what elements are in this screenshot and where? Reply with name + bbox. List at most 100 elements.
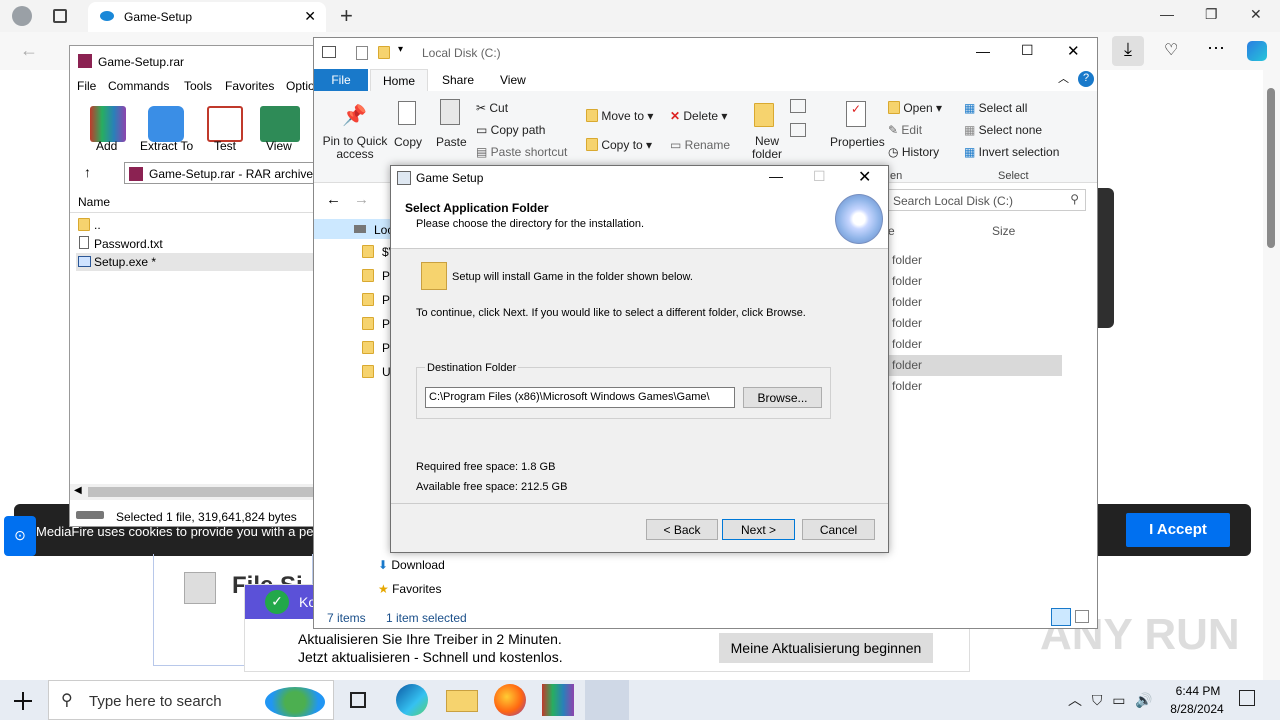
next-button[interactable]: Next > (722, 519, 795, 540)
task-view-icon[interactable] (350, 692, 366, 708)
tab-actions-icon[interactable] (53, 9, 67, 23)
health-icon[interactable]: ♡ (1164, 40, 1178, 60)
explorer-taskbar-icon[interactable] (446, 690, 478, 712)
back-button[interactable]: < Back (646, 519, 718, 540)
column-type[interactable]: e (888, 224, 895, 238)
pin-button[interactable]: Pin to Quick access (321, 135, 389, 161)
nav-favorites[interactable]: ★ Favorites (378, 582, 578, 596)
close-tab-icon[interactable]: ✕ (304, 8, 316, 25)
tab-file[interactable]: File (314, 69, 368, 91)
scroll-thumb[interactable] (1267, 88, 1275, 248)
clock-date[interactable]: 8/28/2024 (1166, 702, 1228, 716)
row-type[interactable]: folder (892, 274, 1062, 288)
copy-to-button[interactable]: Copy to ▾ (586, 138, 652, 152)
tab-view[interactable]: View (500, 69, 526, 91)
notifications-icon[interactable] (1239, 690, 1255, 706)
add-icon[interactable] (90, 106, 126, 142)
menu-tools[interactable]: Tools (184, 79, 212, 93)
copy-path-button[interactable]: ▭ Copy path (476, 123, 545, 137)
row-type-selected[interactable]: folder (888, 355, 1062, 376)
minimize-icon[interactable]: — (769, 168, 783, 184)
new-folder-button[interactable]: New folder (750, 135, 784, 161)
large-icons-view-icon[interactable] (1075, 610, 1089, 623)
copy-button[interactable]: Copy (394, 135, 422, 149)
folder-qat-icon[interactable] (378, 46, 390, 59)
browser-tab[interactable]: Game-Setup ✕ (88, 2, 326, 32)
settings-fab-icon[interactable]: ⊙ (4, 516, 36, 556)
browse-button[interactable]: Browse... (743, 387, 822, 408)
test-button[interactable]: Test (214, 139, 236, 153)
open-button[interactable]: Open ▾ (888, 101, 942, 115)
scroll-left-icon[interactable]: ◀ (74, 485, 82, 496)
column-name[interactable]: Name (70, 189, 318, 213)
test-icon[interactable] (207, 106, 243, 142)
properties-qat-icon[interactable] (356, 46, 368, 60)
qat-dropdown-icon[interactable]: ▾ (398, 44, 403, 55)
properties-button[interactable]: Properties (830, 135, 885, 149)
collapse-ribbon-icon[interactable]: ︿ (1058, 70, 1069, 86)
cancel-button[interactable]: Cancel (802, 519, 875, 540)
row-type[interactable]: folder (892, 337, 1062, 351)
tab-home[interactable]: Home (370, 69, 428, 91)
nav-back-icon[interactable]: ← (326, 191, 341, 208)
close-icon[interactable]: ✕ (1067, 42, 1080, 60)
extract-icon[interactable] (148, 106, 184, 142)
row-type[interactable]: folder (892, 379, 1062, 393)
tab-share[interactable]: Share (442, 69, 474, 91)
move-to-button[interactable]: Move to ▾ (586, 109, 653, 123)
menu-commands[interactable]: Commands (108, 79, 169, 93)
rename-button[interactable]: ▭ Rename (670, 138, 730, 152)
downloads-icon[interactable]: ⤓ (1112, 36, 1144, 66)
path-box[interactable]: Game-Setup.rar - RAR archive, u (124, 162, 320, 184)
ad-button[interactable]: Meine Aktualisierung beginnen (719, 633, 933, 663)
winrar-taskbar-icon[interactable] (542, 684, 574, 716)
close-icon[interactable]: ✕ (858, 167, 871, 187)
paste-shortcut-button[interactable]: ▤ Paste shortcut (476, 145, 567, 159)
new-tab-button[interactable]: + (340, 3, 353, 29)
taskbar-search[interactable]: ⚲ Type here to search (48, 680, 334, 720)
network-icon[interactable]: ▭ (1112, 692, 1125, 708)
row-type[interactable]: folder (892, 295, 1062, 309)
history-button[interactable]: ◷ History (888, 145, 939, 159)
chevron-up-icon[interactable]: ︿ (1068, 692, 1082, 708)
start-icon[interactable] (14, 692, 32, 710)
maximize-icon[interactable]: ☐ (1021, 42, 1034, 59)
extract-button[interactable]: Extract To (140, 139, 193, 153)
row-type[interactable]: folder (892, 253, 1062, 267)
more-icon[interactable]: ⋯ (1207, 38, 1225, 59)
qat-icon[interactable] (322, 46, 336, 58)
paste-button[interactable]: Paste (436, 135, 467, 149)
details-view-icon[interactable] (1051, 608, 1071, 626)
browser-scrollbar[interactable] (1263, 70, 1280, 680)
nav-download[interactable]: ⬇ Download (378, 558, 578, 572)
destination-input[interactable]: C:\Program Files (x86)\Microsoft Windows… (425, 387, 735, 408)
minimize-icon[interactable]: — (1160, 6, 1174, 22)
restore-icon[interactable]: ❐ (1205, 6, 1218, 23)
add-button[interactable]: Add (96, 139, 117, 153)
up-icon[interactable]: ↑ (84, 164, 91, 180)
horizontal-scrollbar[interactable]: ◀ (70, 484, 318, 500)
cut-button[interactable]: ✂ Cut (476, 101, 508, 115)
edge-taskbar-icon[interactable] (396, 684, 428, 716)
help-icon[interactable]: ? (1078, 71, 1094, 87)
nav-forward-icon[interactable]: → (354, 191, 369, 208)
volume-icon[interactable]: 🔊 (1135, 692, 1152, 708)
search-box[interactable]: Search Local Disk (C:) ⚲ (888, 189, 1086, 211)
accept-button[interactable]: I Accept (1126, 513, 1230, 547)
list-item-selected[interactable]: Setup.exe * (76, 253, 318, 271)
view-button[interactable]: View (266, 139, 292, 153)
select-all-button[interactable]: ▦ Select all (964, 101, 1027, 115)
view-icon[interactable] (260, 106, 300, 142)
menu-file[interactable]: File (77, 79, 96, 93)
menu-favorites[interactable]: Favorites (225, 79, 274, 93)
row-type[interactable]: folder (892, 316, 1062, 330)
delete-button[interactable]: ✕ Delete ▾ (670, 109, 727, 123)
setup-taskbar-icon[interactable] (585, 680, 629, 720)
scroll-thumb[interactable] (88, 487, 318, 497)
ad-badge[interactable]: ✓ Ko (245, 585, 316, 619)
menu-options[interactable]: Optio (286, 79, 315, 93)
close-icon[interactable]: ✕ (1250, 6, 1262, 23)
list-item[interactable]: Password.txt (76, 235, 316, 253)
invert-selection-button[interactable]: ▦ Invert selection (964, 145, 1059, 159)
easy-access-icon[interactable] (790, 123, 806, 137)
